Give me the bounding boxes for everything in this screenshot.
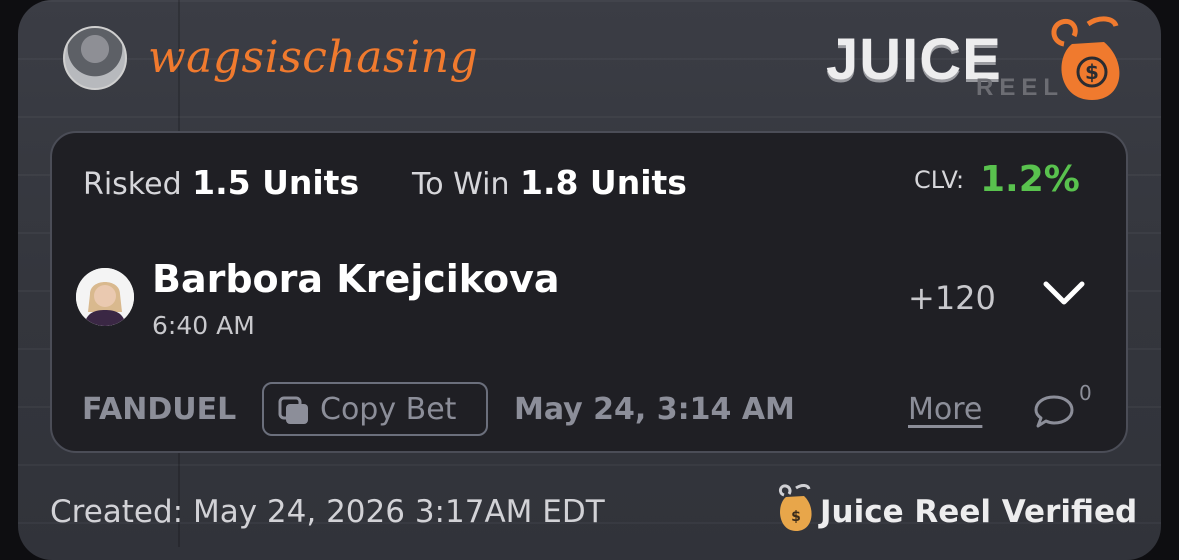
created-timestamp: Created: May 24, 2026 3:17AM EDT	[50, 494, 605, 530]
copy-icon	[278, 396, 308, 424]
verified-label: Juice Reel Verified	[820, 494, 1138, 530]
comment-count: 0	[1079, 381, 1092, 405]
chevron-down-icon[interactable]	[1042, 278, 1086, 308]
to-win-value: 1.8 Units	[519, 163, 687, 202]
more-link[interactable]: More	[908, 392, 982, 427]
username[interactable]: wagsischasing	[148, 32, 478, 83]
copy-bet-label: Copy Bet	[320, 392, 457, 427]
svg-text:$: $	[1085, 60, 1099, 84]
user-avatar[interactable]	[63, 26, 127, 90]
svg-text:$: $	[791, 509, 801, 525]
clv-value: 1.2%	[980, 159, 1080, 200]
clv-label: CLV:	[914, 166, 965, 194]
risked-value: 1.5 Units	[192, 163, 360, 202]
to-win-label: To Win	[412, 167, 510, 202]
player-photo	[76, 268, 134, 326]
risked-label: Risked	[83, 167, 182, 202]
odds-value: +120	[908, 279, 996, 317]
player-name: Barbora Krejcikova	[152, 257, 560, 301]
comment-icon[interactable]	[1032, 391, 1076, 431]
juice-reel-logo: JUICE REEL $	[826, 14, 1126, 104]
sportsbook-name: FANDUEL	[82, 392, 237, 427]
event-time: 6:40 AM	[152, 311, 255, 340]
player-avatar	[76, 268, 134, 326]
bet-details-card: Risked 1.5 Units To Win 1.8 Units CLV: 1…	[50, 131, 1128, 453]
placed-date: May 24, 3:14 AM	[514, 392, 795, 427]
risked-stat: Risked 1.5 Units	[83, 163, 359, 202]
copy-bet-button[interactable]: Copy Bet	[262, 382, 488, 436]
money-bag-icon: $	[778, 484, 812, 531]
to-win-stat: To Win 1.8 Units	[412, 163, 687, 202]
money-bag-icon: $	[1051, 16, 1120, 100]
